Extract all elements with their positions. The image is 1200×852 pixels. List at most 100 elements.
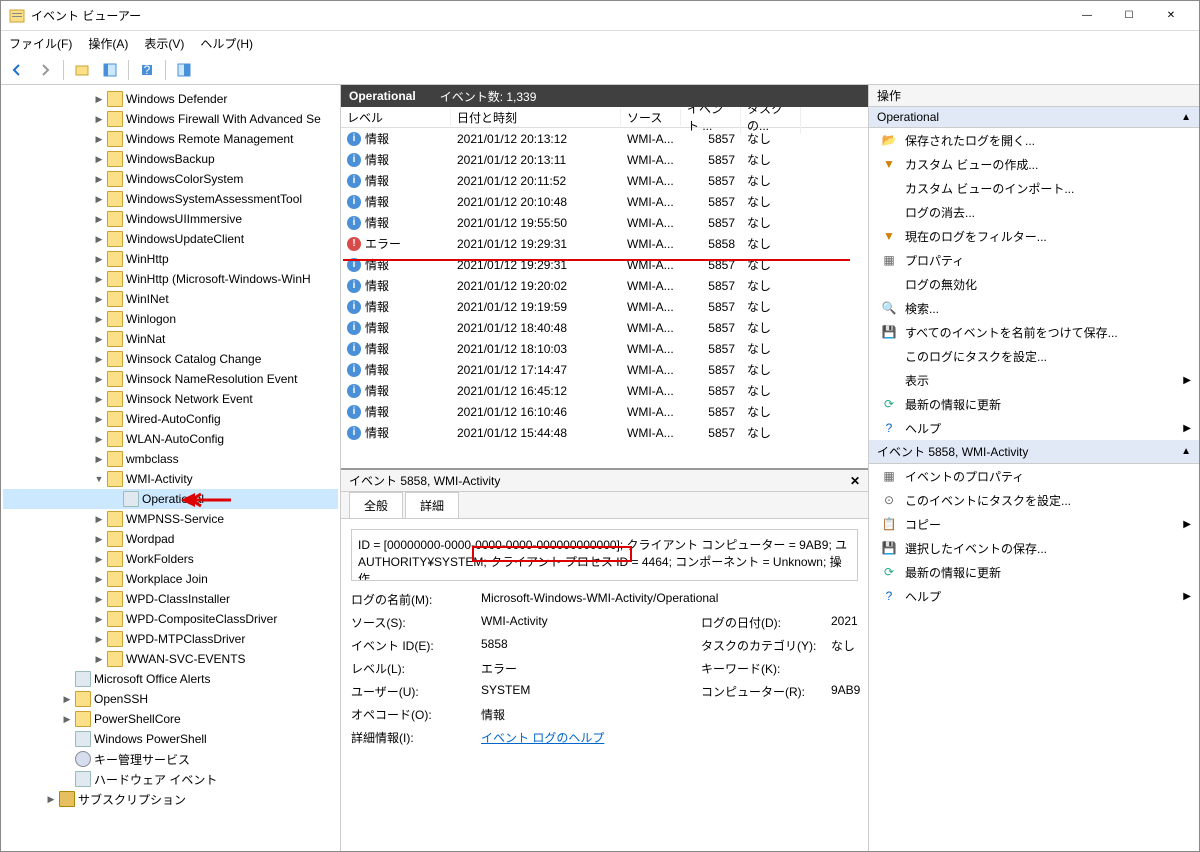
event-row[interactable]: i情報2021/01/12 20:10:48WMI-A...5857なし [341,191,868,212]
tree-item[interactable]: ▶WinHttp [3,249,338,269]
tree-item[interactable]: ▶WindowsUIImmersive [3,209,338,229]
action-item[interactable]: ⟳最新の情報に更新 [869,560,1199,584]
chevron-icon[interactable]: ▶ [91,294,107,305]
menu-file[interactable]: ファイル(F) [9,35,72,52]
tree-item[interactable]: ▶WindowsColorSystem [3,169,338,189]
event-row[interactable]: i情報2021/01/12 20:11:52WMI-A...5857なし [341,170,868,191]
event-row[interactable]: i情報2021/01/12 19:29:31WMI-A...5857なし [341,254,868,275]
action-item[interactable]: 🔍検索... [869,296,1199,320]
tree-item[interactable]: ▶PowerShellCore [3,709,338,729]
tree-item[interactable]: ▶Windows Remote Management [3,129,338,149]
tree-item[interactable]: ▶Winsock NameResolution Event [3,369,338,389]
action-item[interactable]: 📂保存されたログを開く... [869,128,1199,152]
actions-group-log[interactable]: Operational▲ [869,107,1199,128]
tree-item[interactable]: ▶WPD-ClassInstaller [3,589,338,609]
tree-item[interactable]: ▶Winsock Catalog Change [3,349,338,369]
chevron-icon[interactable]: ▶ [91,394,107,405]
tree-item[interactable]: ▶Wordpad [3,529,338,549]
tree-item[interactable]: ▶Winsock Network Event [3,389,338,409]
event-row[interactable]: i情報2021/01/12 17:14:47WMI-A...5857なし [341,359,868,380]
menu-view[interactable]: 表示(V) [144,35,184,52]
action-item[interactable]: 📋コピー▶ [869,512,1199,536]
event-row[interactable]: i情報2021/01/12 19:19:59WMI-A...5857なし [341,296,868,317]
action-item[interactable]: ⟳最新の情報に更新 [869,392,1199,416]
event-row[interactable]: i情報2021/01/12 19:55:50WMI-A...5857なし [341,212,868,233]
action-item[interactable]: ▼現在のログをフィルター... [869,224,1199,248]
action-item[interactable]: カスタム ビューのインポート... [869,176,1199,200]
event-row[interactable]: i情報2021/01/12 18:40:48WMI-A...5857なし [341,317,868,338]
show-tree-button[interactable] [70,58,94,82]
chevron-icon[interactable]: ▶ [91,594,107,605]
back-button[interactable] [5,58,29,82]
tree-item[interactable]: ▶Windows Firewall With Advanced Se [3,109,338,129]
event-log-help-link[interactable]: イベント ログのヘルプ [481,731,604,745]
action-item[interactable]: 💾すべてのイベントを名前をつけて保存... [869,320,1199,344]
event-row[interactable]: !エラー2021/01/12 19:29:31WMI-A...5858なし [341,233,868,254]
action-item[interactable]: ▼カスタム ビューの作成... [869,152,1199,176]
chevron-icon[interactable]: ▶ [91,274,107,285]
tree-item[interactable]: ▶WinHttp (Microsoft-Windows-WinH [3,269,338,289]
chevron-icon[interactable]: ▶ [91,654,107,665]
chevron-icon[interactable]: ▶ [91,534,107,545]
chevron-icon[interactable]: ▶ [91,434,107,445]
chevron-icon[interactable]: ▶ [91,554,107,565]
chevron-icon[interactable]: ▶ [91,354,107,365]
tree-item[interactable]: ▶WindowsBackup [3,149,338,169]
minimize-button[interactable]: — [1067,2,1107,30]
tree-item[interactable]: ▶Winlogon [3,309,338,329]
chevron-icon[interactable]: ▶ [91,134,107,145]
action-item[interactable]: ログの消去... [869,200,1199,224]
action-item[interactable]: ▦プロパティ [869,248,1199,272]
menu-action[interactable]: 操作(A) [88,35,128,52]
maximize-button[interactable]: ☐ [1109,2,1149,30]
tree-item[interactable]: ▶WPD-MTPClassDriver [3,629,338,649]
tree-item[interactable]: ▶Workplace Join [3,569,338,589]
tree-item[interactable]: ハードウェア イベント [3,769,338,789]
tree-item[interactable]: ▼WMI-Activity [3,469,338,489]
tree-item[interactable]: ▶Wired-AutoConfig [3,409,338,429]
tab-detail[interactable]: 詳細 [405,492,459,518]
menu-help[interactable]: ヘルプ(H) [200,35,253,52]
chevron-icon[interactable]: ▶ [91,234,107,245]
chevron-icon[interactable]: ▶ [91,194,107,205]
chevron-icon[interactable]: ▶ [91,334,107,345]
action-item[interactable]: ▦イベントのプロパティ [869,464,1199,488]
tree-item[interactable]: ▶WinNat [3,329,338,349]
show-pane-button[interactable] [98,58,122,82]
chevron-icon[interactable]: ▶ [91,514,107,525]
event-row[interactable]: i情報2021/01/12 16:10:46WMI-A...5857なし [341,401,868,422]
close-button[interactable]: ✕ [1151,2,1191,30]
tree-item[interactable]: Operational [3,489,338,509]
event-row[interactable]: i情報2021/01/12 18:10:03WMI-A...5857なし [341,338,868,359]
chevron-icon[interactable]: ▶ [91,454,107,465]
action-button[interactable] [172,58,196,82]
tree-item[interactable]: ▶WPD-CompositeClassDriver [3,609,338,629]
chevron-icon[interactable]: ▶ [91,574,107,585]
action-item[interactable]: 💾選択したイベントの保存... [869,536,1199,560]
help-button[interactable]: ? [135,58,159,82]
chevron-icon[interactable]: ▶ [91,314,107,325]
chevron-icon[interactable]: ▶ [91,634,107,645]
event-list[interactable]: レベル 日付と時刻 ソース イベント ... タスクの... i情報2021/0… [341,107,868,469]
event-row[interactable]: i情報2021/01/12 20:13:11WMI-A...5857なし [341,149,868,170]
action-item[interactable]: このログにタスクを設定... [869,344,1199,368]
action-item[interactable]: ?ヘルプ▶ [869,416,1199,440]
event-row[interactable]: i情報2021/01/12 19:20:02WMI-A...5857なし [341,275,868,296]
tree-item[interactable]: ▶WindowsUpdateClient [3,229,338,249]
chevron-icon[interactable]: ▶ [91,214,107,225]
tree-item[interactable]: ▶サブスクリプション [3,789,338,809]
action-item[interactable]: ログの無効化 [869,272,1199,296]
chevron-icon[interactable]: ▶ [91,374,107,385]
chevron-icon[interactable]: ▶ [91,614,107,625]
chevron-icon[interactable]: ▶ [91,414,107,425]
tree-item[interactable]: キー管理サービス [3,749,338,769]
tab-general[interactable]: 全般 [349,492,403,519]
tree-item[interactable]: ▶WorkFolders [3,549,338,569]
chevron-icon[interactable]: ▶ [91,174,107,185]
tree-pane[interactable]: ▶Windows Defender▶Windows Firewall With … [1,85,341,851]
chevron-icon[interactable]: ▼ [91,474,107,484]
tree-item[interactable]: Windows PowerShell [3,729,338,749]
tree-item[interactable]: Microsoft Office Alerts [3,669,338,689]
tree-item[interactable]: ▶wmbclass [3,449,338,469]
chevron-icon[interactable]: ▶ [43,794,59,805]
